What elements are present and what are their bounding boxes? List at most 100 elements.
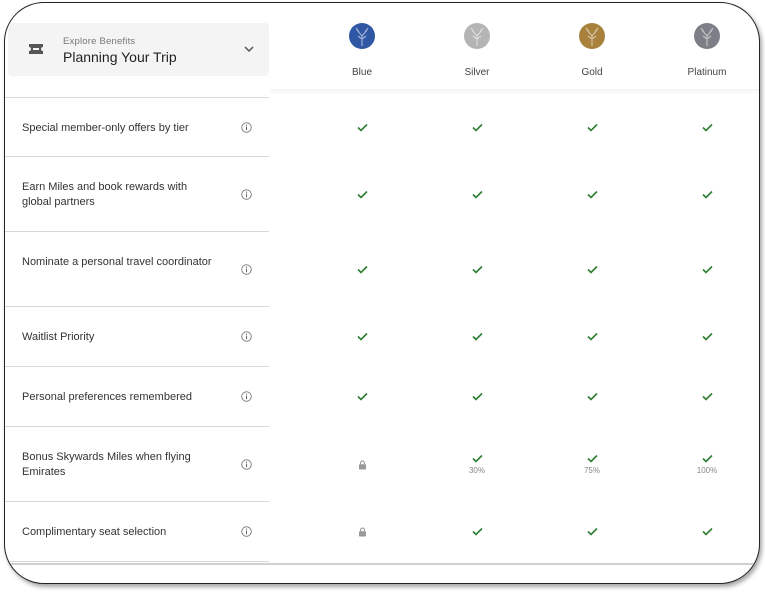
tier-name: Gold — [581, 67, 603, 78]
info-icon[interactable] — [241, 122, 252, 133]
check-icon — [471, 454, 483, 463]
benefit-label: Personal preferences remembered — [22, 390, 192, 403]
benefit-cell-blue — [322, 190, 402, 199]
check-icon — [356, 190, 368, 199]
benefit-cell-silver — [437, 332, 517, 341]
check-icon — [701, 332, 713, 341]
benefit-label: Complimentary seat selection — [22, 525, 167, 538]
benefit-cell-blue — [322, 332, 402, 341]
benefit-cell-blue — [322, 392, 402, 401]
check-icon — [471, 332, 483, 341]
check-icon — [471, 527, 483, 536]
benefit-label: Nominate a personal travel coordinator — [22, 255, 212, 268]
tier-name: Silver — [464, 67, 490, 78]
benefit-cell-silver: 30% — [437, 454, 517, 475]
check-icon — [701, 123, 713, 132]
check-icon — [471, 265, 483, 274]
benefit-cell-platinum — [667, 123, 747, 132]
info-icon[interactable] — [241, 458, 252, 470]
column-divider — [5, 97, 269, 98]
benefit-cell-gold — [552, 123, 632, 132]
chevron-down-icon — [244, 46, 254, 53]
bonus-percent: 75% — [583, 465, 600, 475]
benefits-comparison-panel: Explore Benefits Planning Your Trip Blue… — [4, 2, 760, 584]
bonus-percent: 100% — [696, 465, 718, 475]
check-icon — [586, 265, 598, 274]
benefit-cell-silver — [437, 123, 517, 132]
benefit-cell-blue — [322, 460, 402, 470]
check-icon — [586, 190, 598, 199]
lock-icon — [358, 460, 366, 469]
check-icon — [356, 332, 368, 341]
check-icon — [586, 392, 598, 401]
benefit-cell-blue — [322, 123, 402, 132]
benefit-cell-gold — [552, 527, 632, 536]
ticket-icon — [29, 44, 43, 54]
info-icon[interactable] — [241, 188, 252, 200]
info-icon[interactable] — [241, 526, 252, 537]
benefit-row: Complimentary seat selection — [5, 502, 759, 562]
check-icon — [471, 123, 483, 132]
benefit-label: Earn Miles and book rewards with global … — [22, 180, 188, 208]
lock-icon — [358, 527, 366, 537]
tier-badge-icon — [349, 23, 375, 49]
check-icon — [586, 454, 598, 463]
benefit-cell-platinum — [667, 265, 747, 274]
benefit-cell-platinum — [667, 392, 747, 401]
info-icon[interactable] — [241, 391, 252, 402]
check-icon — [701, 190, 713, 199]
tier-badge-icon — [694, 23, 720, 49]
tier-badge-icon — [579, 23, 605, 49]
check-icon — [586, 123, 598, 132]
check-icon — [356, 265, 368, 274]
table-bottom-border — [5, 563, 759, 565]
tier-column-blue: Blue — [322, 23, 402, 78]
benefit-cell-silver — [437, 190, 517, 199]
check-icon — [701, 454, 713, 463]
check-icon — [586, 527, 598, 536]
info-icon[interactable] — [241, 263, 252, 275]
benefit-label: Bonus Skywards Miles when flying Emirate… — [22, 450, 191, 478]
check-icon — [701, 527, 713, 536]
check-icon — [471, 190, 483, 199]
check-icon — [356, 123, 368, 132]
tier-column-silver: Silver — [437, 23, 517, 78]
benefit-cell-platinum — [667, 527, 747, 536]
benefit-cell-platinum: 100% — [667, 454, 747, 475]
explore-benefits-selected: Planning Your Trip — [63, 49, 177, 65]
check-icon — [471, 392, 483, 401]
info-icon[interactable] — [241, 331, 252, 342]
check-icon — [356, 392, 368, 401]
benefit-row: Earn Miles and book rewards with global … — [5, 157, 759, 232]
header-shadow — [270, 89, 759, 95]
benefit-cell-silver — [437, 527, 517, 536]
check-icon — [586, 332, 598, 341]
benefit-cell-gold — [552, 392, 632, 401]
benefit-cell-gold: 75% — [552, 454, 632, 475]
benefit-label: Special member-only offers by tier — [22, 121, 189, 134]
benefit-cell-platinum — [667, 190, 747, 199]
benefit-label: Waitlist Priority — [22, 330, 95, 343]
benefit-row: Special member-only offers by tier — [5, 99, 759, 157]
row-divider — [5, 561, 269, 562]
benefit-cell-gold — [552, 332, 632, 341]
benefit-cell-blue — [322, 265, 402, 274]
benefit-cell-platinum — [667, 332, 747, 341]
check-icon — [701, 392, 713, 401]
tier-name: Blue — [351, 67, 372, 78]
benefit-cell-gold — [552, 265, 632, 274]
benefit-row: Waitlist Priority — [5, 307, 759, 367]
tier-name: Platinum — [687, 67, 727, 78]
benefit-row: Personal preferences remembered — [5, 367, 759, 427]
explore-benefits-dropdown[interactable]: Explore Benefits Planning Your Trip — [8, 23, 269, 76]
benefit-cell-blue — [322, 527, 402, 537]
benefit-row: Bonus Skywards Miles when flying Emirate… — [5, 427, 759, 502]
explore-benefits-label: Explore Benefits — [63, 36, 136, 47]
bonus-percent: 30% — [468, 465, 485, 475]
tier-column-platinum: Platinum — [667, 23, 747, 78]
benefit-cell-silver — [437, 265, 517, 274]
tier-badge-icon — [464, 23, 490, 49]
benefit-cell-silver — [437, 392, 517, 401]
tier-column-gold: Gold — [552, 23, 632, 78]
check-icon — [701, 265, 713, 274]
